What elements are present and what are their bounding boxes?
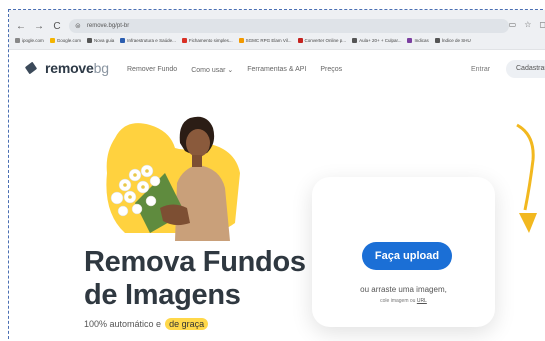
bookmarks-bar: ipogle.com Google.com Nova guia Infraest… [15,38,471,43]
logo-icon [25,62,39,74]
bookmark-icon [120,38,126,43]
browser-actions: ▭ ☆ ◻ [509,20,545,29]
bookmark-label: Google.com [56,38,82,43]
star-icon[interactable]: ☆ [524,20,531,29]
logo-text: removebg [45,60,109,76]
site-header: removebg Remover Fundo Como usar ⌄ Ferra… [9,51,545,81]
free-badge: de graça [165,318,209,330]
main-menu: Remover Fundo Como usar ⌄ Ferramentas & … [127,66,342,74]
bookmark-label: Fichamento simples... [188,38,233,43]
headline-line-2: de Imagens [84,279,241,311]
bookmark-icon [15,38,20,43]
forward-icon[interactable]: → [33,21,45,32]
bookmark-label: Nova guia [94,38,115,43]
menu-precos[interactable]: Preços [320,66,342,74]
browser-toolbar: ← → C ⌂ ⊜ remove.bg/pt-br ▭ ☆ ◻ ipogle.c… [9,10,545,50]
bookmark-icon [49,38,55,43]
extension-icon[interactable]: ◻ [539,20,545,29]
bookmark-item[interactable]: Nova guia [87,38,114,43]
headline-line-1: Remova Fundos [84,246,306,278]
logo-suffix: bg [93,60,109,76]
bookmark-label: Índice de SHU [441,38,471,43]
bookmark-icon [87,38,93,43]
bookmark-item[interactable]: Converter Online p... [297,38,347,43]
back-icon[interactable]: ← [15,21,27,32]
paste-hint-text: cole imagem ou [380,298,416,304]
upload-button[interactable]: Faça upload [362,242,452,270]
bookmark-label: ipogle.com [22,38,44,43]
site-info-icon[interactable]: ⊜ [75,22,81,30]
bookmark-label: SGMC RPG Elam Vil... [245,38,292,43]
bookmark-icon [352,38,358,43]
bookmark-icon [297,38,303,43]
bookmark-icon [407,38,413,43]
bookmark-item[interactable]: Infraestrutura e Saúde... [120,38,176,43]
reload-icon[interactable]: C [51,21,63,32]
hero-headline: Remova Fundos de Imagens [84,246,306,312]
signup-button[interactable]: Cadastrar [506,60,545,78]
site-logo[interactable]: removebg [25,60,109,76]
bookmark-item[interactable]: SGMC RPG Elam Vil... [238,38,292,43]
hero-image [106,116,240,241]
upload-card[interactable]: Faça upload ou arraste uma imagem, cole … [312,177,495,327]
drop-hint: ou arraste uma imagem, [360,285,447,294]
bookmark-item[interactable]: Indicas [407,38,429,43]
hero-subline: 100% automático e de graça [84,318,209,330]
menu-ferramentas-api[interactable]: Ferramentas & API [247,66,306,74]
bookmark-label: Indicas [414,38,429,43]
bookmark-label: Infraestrutura e Saúde... [127,38,176,43]
decoration-squiggle [516,123,537,233]
menu-remover-fundo[interactable]: Remover Fundo [127,66,177,74]
bookmark-icon [434,38,440,43]
logo-main: remove [45,60,94,76]
login-link[interactable]: Entrar [471,66,490,73]
bookmark-label: Converter Online p... [304,38,347,43]
address-bar[interactable]: ⊜ remove.bg/pt-br [69,19,509,33]
bookmark-item[interactable]: Aula+ 20+ + Culpar... [352,38,401,43]
bookmark-item[interactable]: Índice de SHU [434,38,471,43]
bookmark-item[interactable]: ipogle.com [15,38,44,43]
bookmark-item[interactable]: Fichamento simples... [181,38,233,43]
bookmark-icon [238,38,244,43]
paste-hint: cole imagem ou URL [312,298,495,304]
bookmark-label: Aula+ 20+ + Culpar... [359,38,402,43]
bookmark-icon [181,38,187,43]
menu-como-usar[interactable]: Como usar ⌄ [191,66,233,74]
cast-icon[interactable]: ▭ [509,20,517,29]
url-link[interactable]: URL [417,298,427,304]
address-url: remove.bg/pt-br [86,23,130,29]
bookmark-item[interactable]: Google.com [49,38,82,43]
subline-text: 100% automático e [84,319,162,329]
